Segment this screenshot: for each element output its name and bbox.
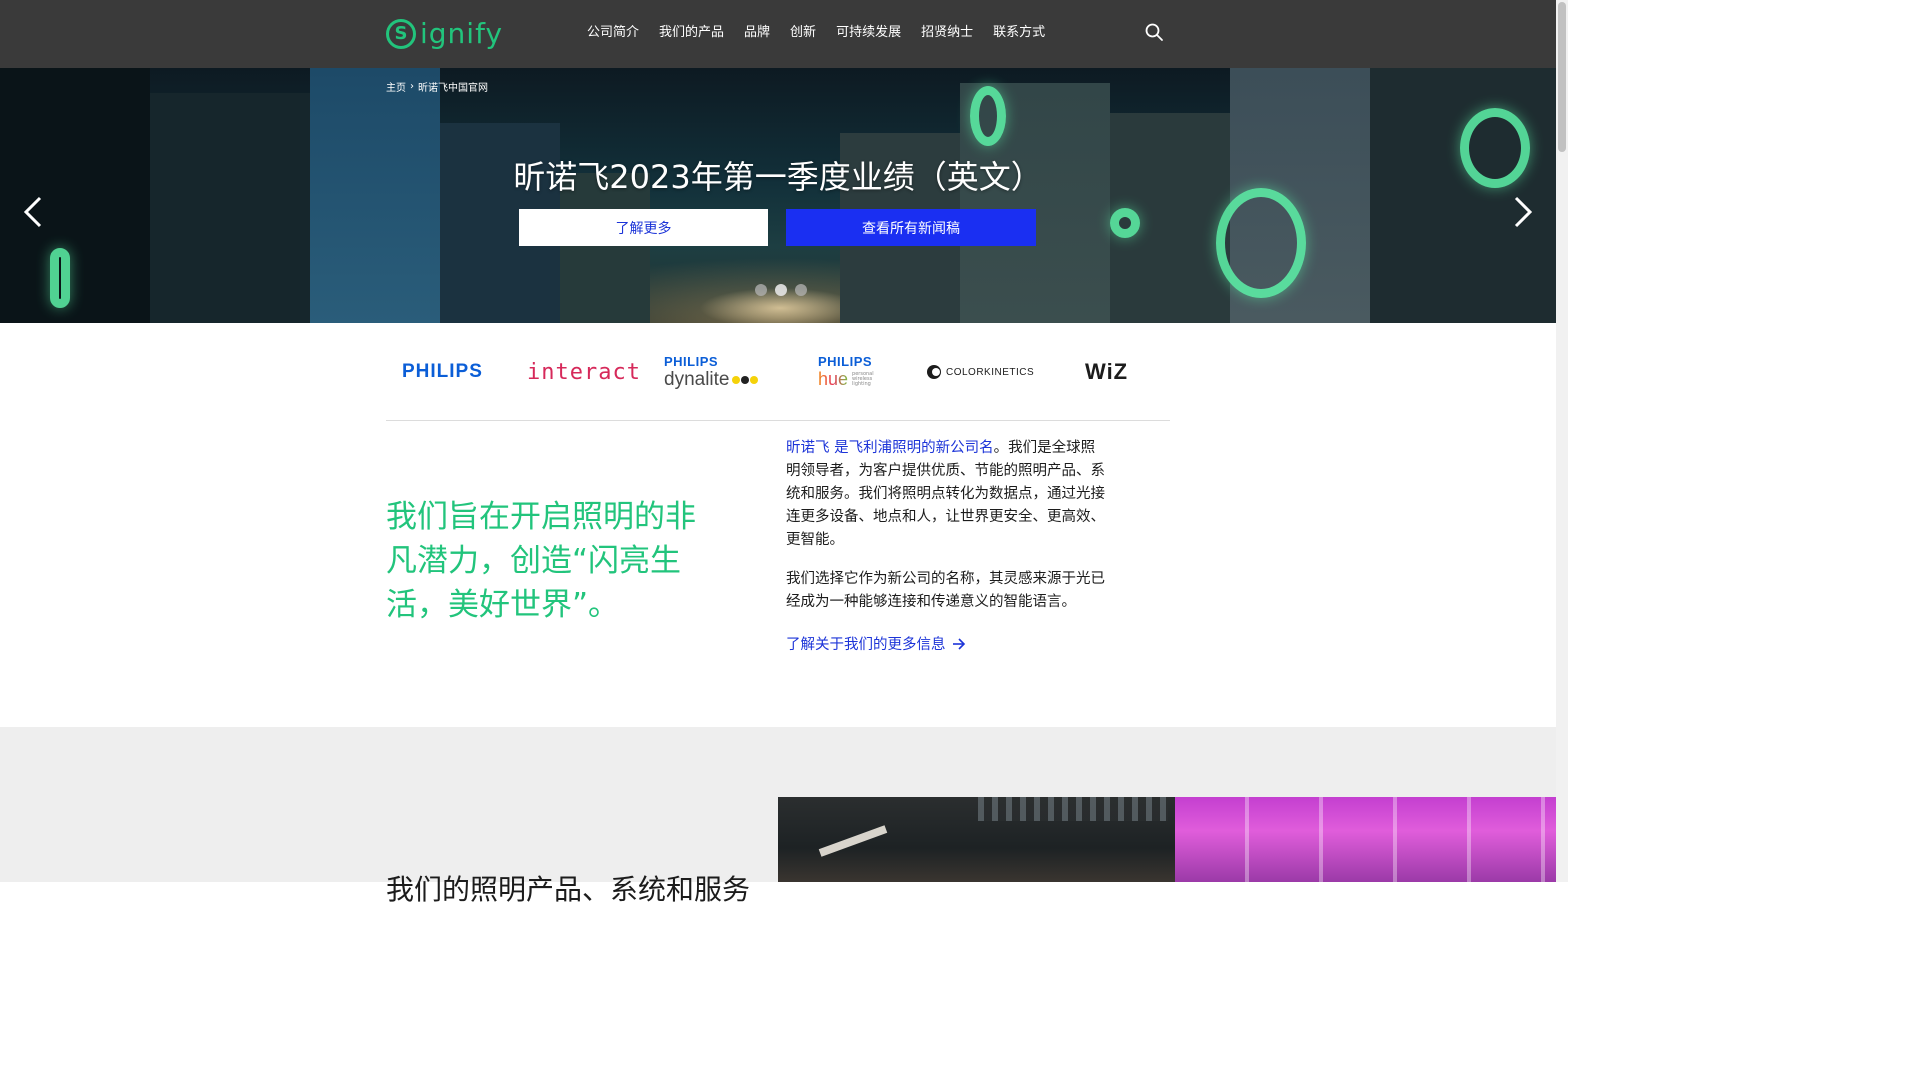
breadcrumb: 主页 › 昕诺飞中国官网 [386, 79, 488, 94]
logo-text: ignify [420, 17, 504, 50]
hero-ring-decoration [50, 248, 70, 308]
brand-colorkinetics[interactable]: COLORKINETICS [927, 323, 1034, 421]
about-paragraph-2: 我们选择它作为新公司的名称，其灵感来源于光已经成为一种能够连接和传递意义的智能语… [786, 571, 1105, 610]
hue-label: hue [818, 369, 849, 389]
nav-item-innovation[interactable]: 创新 [780, 22, 826, 44]
hue-philips-label: PHILIPS [818, 354, 873, 369]
carousel-dot[interactable] [755, 284, 767, 296]
page-scrollbar[interactable] [1556, 0, 1568, 882]
nav-item-about[interactable]: 公司简介 [577, 22, 649, 44]
about-paragraph-1-text: 。我们是全球照明领导者，为客户提供优质、节能的照明产品、系统和服务。我们将照明点… [786, 440, 1105, 548]
signify-logo[interactable]: S ignify [386, 17, 503, 50]
breadcrumb-separator-icon: › [410, 81, 414, 92]
dynalite-philips-label: PHILIPS [664, 353, 719, 369]
hue-name: hue personal wireless lighting [818, 369, 878, 390]
carousel-prev-icon[interactable] [18, 192, 48, 232]
brand-interact[interactable]: interact [527, 323, 641, 421]
scrollbar-thumb[interactable] [1558, 2, 1566, 152]
arrow-right-icon [952, 637, 965, 650]
site-header: S ignify 公司简介 我们的产品 品牌 创新 可持续发展 招贤纳士 联系方… [0, 0, 1556, 68]
breadcrumb-home[interactable]: 主页 [386, 79, 406, 94]
brand-dynalite[interactable]: PHILIPS dynalite [664, 323, 758, 421]
vertical-farm-photo [1175, 797, 1556, 882]
nav-item-careers[interactable]: 招贤纳士 [911, 22, 983, 44]
carousel-dots [755, 284, 807, 296]
dynalite-name: dynalite [664, 369, 758, 391]
learn-more-button[interactable]: 了解更多 [519, 209, 768, 246]
nav-item-brands[interactable]: 品牌 [734, 22, 780, 44]
search-icon[interactable] [1144, 22, 1164, 42]
hero-ring-decoration [970, 86, 1006, 146]
hero-building [150, 93, 310, 323]
learn-more-about-us-link[interactable]: 了解关于我们的更多信息 [786, 633, 966, 654]
learn-more-about-us-label: 了解关于我们的更多信息 [786, 637, 946, 653]
breadcrumb-current: 昕诺飞中国官网 [418, 83, 488, 94]
brand-hue[interactable]: PHILIPS hue personal wireless lighting [818, 323, 878, 421]
hero-ring-decoration [1110, 208, 1140, 238]
nav-item-products[interactable]: 我们的产品 [649, 22, 734, 44]
brand-wiz[interactable]: WiZ [1085, 323, 1128, 421]
main-nav: 公司简介 我们的产品 品牌 创新 可持续发展 招贤纳士 联系方式 [577, 22, 1055, 44]
logo-mark: S [386, 18, 416, 49]
products-heading: 我们的照明产品、系统和服务 [386, 873, 751, 906]
mission-tagline: 我们旨在开启照明的非凡潜力，创造“闪亮生活，美好世界”。 [386, 499, 696, 623]
carousel-next-icon[interactable] [1508, 192, 1538, 232]
dynalite-label: dynalite [664, 368, 730, 390]
nav-item-contact[interactable]: 联系方式 [983, 22, 1055, 44]
hero-banner: 主页 › 昕诺飞中国官网 昕诺飞2023年第一季度业绩（英文） 了解更多 查看所… [0, 68, 1556, 323]
hero-ring-decoration [1216, 188, 1306, 298]
carousel-dot-active[interactable] [775, 284, 787, 296]
carousel-dot[interactable] [795, 284, 807, 296]
nav-item-sustainability[interactable]: 可持续发展 [826, 22, 911, 44]
hue-tagline: personal wireless lighting [852, 371, 874, 387]
view-all-news-button[interactable]: 查看所有新闻稿 [786, 209, 1036, 246]
about-text: 昕诺飞 是飞利浦照明的新公司名。我们是全球照明领导者，为客户提供优质、节能的照明… [786, 437, 1106, 630]
new-name-link[interactable]: 昕诺飞 是飞利浦照明的新公司名 [786, 440, 994, 456]
brand-philips[interactable]: PHILIPS [402, 323, 483, 421]
colorkinetics-logo-icon [927, 365, 941, 379]
dynalite-logo-icon [731, 375, 758, 384]
hero-title: 昕诺飞2023年第一季度业绩（英文） [513, 158, 1043, 196]
office-lighting-photo [778, 797, 1175, 882]
brands-row: PHILIPS interact PHILIPS dynalite PHILIP… [386, 323, 1170, 421]
colorkinetics-label: COLORKINETICS [946, 366, 1035, 378]
about-paragraph-1: 昕诺飞 是飞利浦照明的新公司名。我们是全球照明领导者，为客户提供优质、节能的照明… [786, 437, 1106, 552]
